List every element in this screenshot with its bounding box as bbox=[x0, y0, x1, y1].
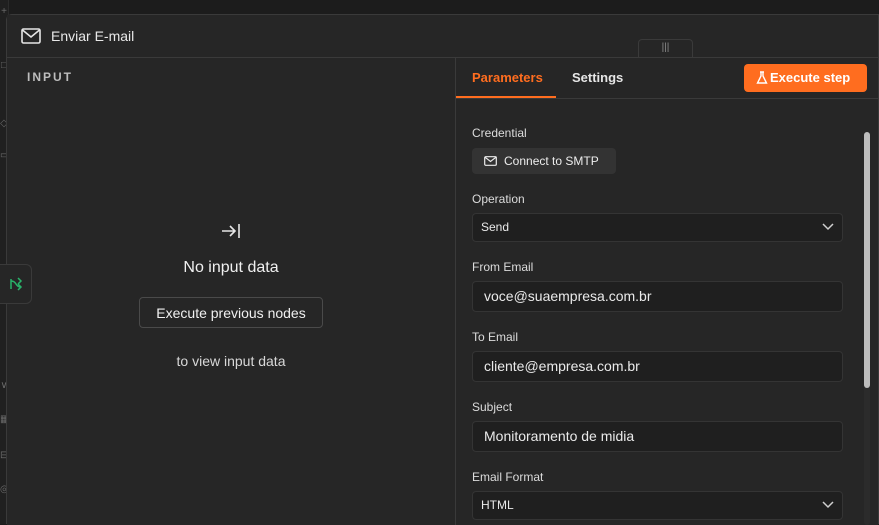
execute-step-label: Execute step bbox=[770, 70, 851, 85]
from-email-label: From Email bbox=[472, 260, 534, 274]
flow-icon bbox=[10, 277, 23, 291]
email-format-label: Email Format bbox=[472, 470, 544, 484]
envelope-icon bbox=[484, 156, 497, 166]
email-format-select[interactable]: HTML bbox=[472, 491, 843, 520]
tabs-bar: Parameters Settings Execute step bbox=[456, 58, 878, 99]
tab-settings[interactable]: Settings bbox=[572, 70, 623, 85]
execute-previous-nodes-button[interactable]: Execute previous nodes bbox=[139, 297, 323, 328]
input-panel: INPUT No input data Execute previous nod… bbox=[7, 58, 456, 525]
operation-value: Send bbox=[481, 220, 510, 234]
from-email-field[interactable]: voce@suaempresa.com.br bbox=[472, 281, 843, 312]
chevron-down-icon bbox=[822, 223, 834, 231]
credential-label: Credential bbox=[472, 126, 527, 140]
drag-handle-icon[interactable]: ||| bbox=[638, 39, 693, 57]
no-input-data-title: No input data bbox=[183, 259, 279, 276]
scrollbar-thumb[interactable] bbox=[864, 132, 870, 388]
modal-title: Enviar E-mail bbox=[51, 28, 135, 44]
to-email-field[interactable]: cliente@empresa.com.br bbox=[472, 351, 843, 382]
parameters-panel: Parameters Settings Execute step Credent… bbox=[456, 58, 878, 525]
connect-smtp-button[interactable]: Connect to SMTP bbox=[472, 148, 616, 174]
subject-label: Subject bbox=[472, 400, 513, 414]
email-format-value: HTML bbox=[481, 498, 514, 512]
active-tab-indicator bbox=[456, 96, 556, 98]
connect-smtp-label: Connect to SMTP bbox=[504, 154, 599, 168]
execute-step-button[interactable]: Execute step bbox=[744, 64, 867, 92]
chevron-down-icon bbox=[822, 501, 834, 509]
flask-icon bbox=[756, 71, 768, 84]
node-modal: Enviar E-mail ||| INPUT No input data Ex… bbox=[0, 14, 879, 525]
input-panel-label: INPUT bbox=[27, 70, 73, 84]
mail-icon bbox=[21, 28, 41, 44]
arrow-to-right-icon bbox=[222, 224, 240, 238]
tab-parameters[interactable]: Parameters bbox=[472, 70, 543, 85]
subject-field[interactable]: Monitoramento de midia bbox=[472, 421, 843, 452]
operation-label: Operation bbox=[472, 192, 525, 206]
view-input-hint: to view input data bbox=[176, 353, 286, 369]
operation-select[interactable]: Send bbox=[472, 213, 843, 242]
modal-header: Enviar E-mail bbox=[7, 15, 878, 58]
to-email-label: To Email bbox=[472, 330, 519, 344]
flow-toggle-tab[interactable] bbox=[0, 264, 32, 304]
